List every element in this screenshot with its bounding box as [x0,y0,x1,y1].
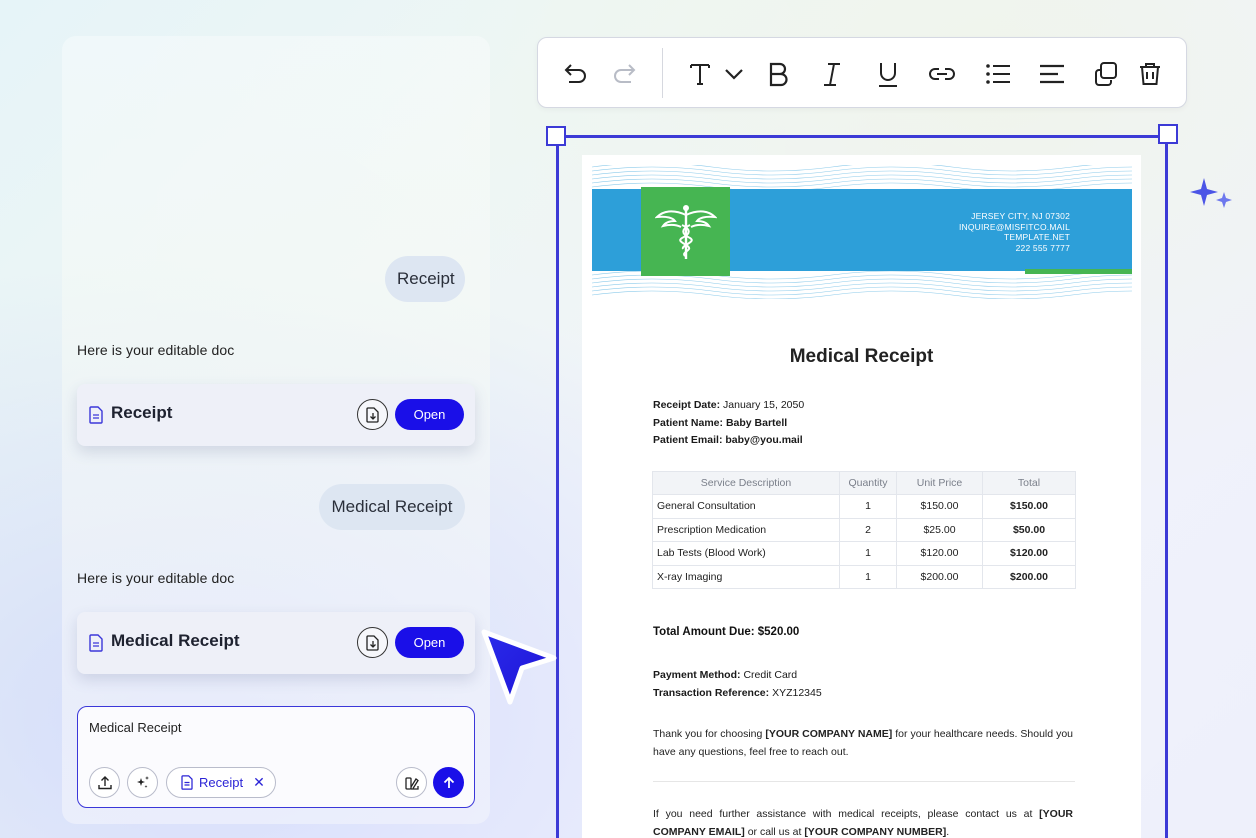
toolbar-divider [662,48,663,98]
bold-icon[interactable] [764,60,792,88]
ai-magic-button[interactable] [127,767,158,798]
table-header: Service Description [652,471,840,495]
link-icon[interactable] [928,60,956,88]
attached-doc-chip[interactable]: Receipt ✕ [166,767,276,798]
sparkle-icon [1190,178,1232,208]
download-button[interactable] [357,399,388,430]
duplicate-icon[interactable] [1092,60,1120,88]
resize-handle-top-left[interactable] [546,126,566,146]
contact-phone: 222 555 7777 [1015,242,1070,253]
open-button[interactable]: Open [395,627,464,658]
send-button[interactable] [433,767,464,798]
upload-icon [97,775,112,789]
download-button[interactable] [357,627,388,658]
editor-toolbar [537,37,1187,108]
pointer-cursor-icon [481,629,557,705]
contact-website: TEMPLATE.NET [1003,232,1070,242]
header-green-strip [1025,269,1132,274]
table-row: X-ray Imaging 1 $200.00 $200.00 [652,564,1076,589]
chip-label: Receipt [199,775,244,790]
table-row: Prescription Medication 2 $25.00 $50.00 [652,517,1076,542]
arrow-up-icon [443,776,454,788]
italic-icon[interactable] [818,60,846,88]
align-left-icon[interactable] [1038,60,1066,88]
logo-box [641,187,730,276]
assistant-message: Here is your editable doc [77,342,235,358]
document-title: Medical Receipt [789,346,934,367]
contact-info: JERSEY CITY, NJ 07302 INQUIRE@MISFITCO.M… [959,211,1070,253]
patient-name: Patient Name: Baby Bartell [653,417,788,429]
assistance-paragraph: If you need further assistance with medi… [653,808,1073,838]
redo-icon[interactable] [610,60,638,88]
transaction-reference: Transaction Reference: XYZ12345 [653,687,822,699]
undo-icon[interactable] [562,60,590,88]
divider [653,781,1075,782]
delete-icon[interactable] [1136,60,1164,88]
total-amount-due: Total Amount Due: $520.00 [653,626,800,638]
table-header: Total [982,471,1076,495]
doc-card-title: Medical Receipt [111,631,240,650]
document-page[interactable]: JERSEY CITY, NJ 07302 INQUIRE@MISFITCO.M… [582,155,1141,838]
document-header-banner: JERSEY CITY, NJ 07302 INQUIRE@MISFITCO.M… [592,165,1132,299]
text-style-icon[interactable] [686,60,714,88]
services-table: Service Description Quantity Unit Price … [652,471,1076,589]
download-icon [365,406,379,423]
chat-input-text[interactable]: Medical Receipt [89,720,182,735]
patient-email: Patient Email: baby@you.mail [653,434,803,446]
chat-input-box[interactable]: Medical Receipt Receipt ✕ [77,706,475,808]
contact-email: INQUIRE@MISFITCO.MAIL [958,221,1070,232]
document-icon [89,634,103,652]
doc-card-title: Receipt [111,403,173,422]
open-button[interactable]: Open [395,399,464,430]
contact-address: JERSEY CITY, NJ 07302 [971,211,1070,221]
doc-card[interactable]: Medical Receipt Open [77,612,475,674]
style-button[interactable] [396,767,427,798]
palette-icon [404,776,419,790]
download-icon [365,634,379,651]
bullet-list-icon[interactable] [984,60,1012,88]
sparkle-icon [136,775,149,788]
table-header: Unit Price [896,471,983,495]
document-icon [181,775,193,790]
document-icon [89,406,103,424]
user-message-bubble: Receipt [385,256,465,302]
caduceus-icon [654,204,717,259]
table-row: General Consultation 1 $150.00 $150.00 [652,494,1076,519]
table-row: Lab Tests (Blood Work) 1 $120.00 $120.00 [652,541,1076,566]
receipt-date: Receipt Date: January 15, 2050 [653,399,805,411]
payment-method: Payment Method: Credit Card [653,669,798,681]
chevron-down-icon[interactable] [720,60,748,88]
user-message-bubble: Medical Receipt [319,484,465,530]
thank-you-paragraph: Thank you for choosing [YOUR COMPANY NAM… [653,728,1073,758]
table-header: Quantity [839,471,897,495]
resize-handle-top-right[interactable] [1158,124,1178,144]
assistant-message: Here is your editable doc [77,570,235,586]
close-icon[interactable]: ✕ [253,774,265,791]
underline-icon[interactable] [874,60,902,88]
doc-card[interactable]: Receipt Open [77,384,475,446]
upload-button[interactable] [89,767,120,798]
